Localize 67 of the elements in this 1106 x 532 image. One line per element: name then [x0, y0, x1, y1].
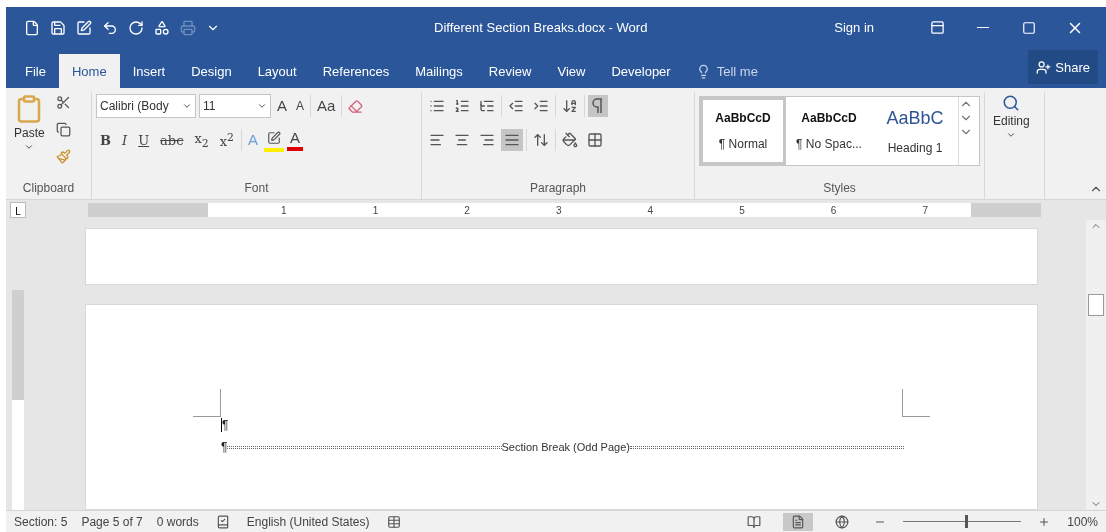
undo-icon[interactable] — [102, 19, 118, 36]
redo-icon[interactable] — [128, 19, 144, 36]
person-add-icon — [1036, 59, 1052, 75]
page-icon — [791, 514, 806, 529]
grow-font-button[interactable]: A — [274, 97, 290, 115]
globe-icon — [835, 514, 850, 529]
horizontal-ruler: 1 1 2 3 4 5 6 7 — [88, 203, 1041, 217]
format-button[interactable]: U — [134, 130, 154, 150]
caret-icon — [24, 142, 35, 152]
format-button[interactable]: I — [118, 130, 132, 150]
group-label: Clipboard — [22, 181, 75, 195]
group-label: Styles — [823, 181, 856, 195]
highlighter-icon[interactable] — [263, 128, 284, 152]
ribbon-tab[interactable]: Layout — [244, 54, 310, 88]
shapes-icon[interactable] — [154, 19, 170, 36]
language-status[interactable]: English (United States) — [246, 514, 370, 529]
share-button[interactable]: Share — [1028, 50, 1098, 84]
margin-corner-mark — [193, 389, 221, 417]
window-title: Different Section Breaks.docx - Word — [434, 20, 649, 35]
ribbon-tab[interactable]: Developer — [598, 54, 684, 88]
ribbon-tab[interactable]: Insert — [119, 54, 179, 88]
format-button[interactable]: abc — [156, 130, 188, 150]
maximize-icon — [1022, 20, 1036, 35]
font-color-button[interactable]: A — [286, 129, 303, 151]
ribbon-tab[interactable]: Review — [475, 54, 545, 88]
status-text[interactable]: 0 words — [156, 514, 199, 529]
new-document-icon[interactable] — [24, 19, 40, 36]
tell-me-field[interactable]: Tell me — [683, 54, 770, 88]
save-edit-icon[interactable] — [76, 19, 92, 36]
style-item[interactable]: AaBbCcD ¶ Normal — [700, 97, 786, 165]
editing-button[interactable]: Editing — [989, 92, 1034, 177]
minimize-icon — [977, 27, 989, 28]
font-name-field[interactable]: Calibri (Body — [96, 94, 196, 118]
paste-button[interactable]: Paste — [10, 92, 49, 177]
window-panel-icon — [929, 20, 945, 35]
format-button[interactable]: B — [96, 130, 115, 150]
paragraph-mark: ¶ — [221, 417, 230, 433]
ribbon-tab[interactable]: Home — [58, 54, 120, 88]
tab-stop-selector[interactable]: L — [10, 202, 26, 218]
ribbon-tab[interactable]: References — [309, 54, 403, 88]
format-button[interactable]: x$_{2}$ — [190, 128, 213, 152]
ribbon-tab[interactable]: File — [12, 54, 59, 88]
group-label: Font — [244, 181, 269, 195]
book-icon — [747, 514, 762, 529]
save-icon[interactable] — [50, 19, 66, 36]
scroll-thumb[interactable] — [1088, 294, 1104, 316]
status-text[interactable]: Page 5 of 7 — [81, 514, 143, 529]
pilcrow-icon[interactable] — [588, 95, 608, 117]
ribbon-tab[interactable]: View — [544, 54, 599, 88]
caret-icon — [1006, 130, 1017, 140]
section-break: ¶ Section Break (Odd Page) — [221, 439, 904, 455]
sign-in-link[interactable]: Sign in — [834, 20, 874, 35]
caret-icon — [257, 101, 267, 111]
ribbon-tab[interactable]: Mailings — [402, 54, 476, 88]
search-icon — [1002, 94, 1021, 112]
justify-icon[interactable] — [501, 129, 523, 151]
view-button[interactable] — [783, 512, 814, 531]
group-label: Paragraph — [529, 181, 586, 195]
change-case-button[interactable]: Aa — [314, 97, 339, 115]
format-button[interactable]: x$^{2}$ — [215, 128, 238, 152]
status-text[interactable]: Section: 5 — [14, 514, 68, 529]
caret-icon — [182, 101, 192, 111]
font-size-field[interactable]: 11 — [199, 94, 271, 118]
zoom-level[interactable]: 100% — [1067, 514, 1098, 529]
margin-corner-mark — [902, 389, 930, 417]
ribbon-tab[interactable]: Design — [178, 54, 245, 88]
shrink-font-button[interactable]: A — [293, 97, 308, 115]
